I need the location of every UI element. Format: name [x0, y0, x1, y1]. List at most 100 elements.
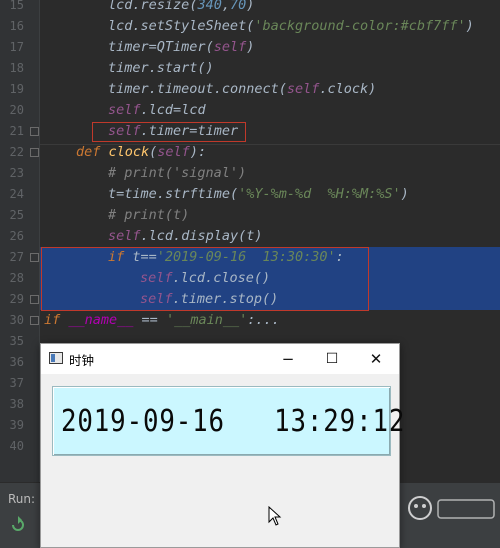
code-token: clock	[327, 81, 369, 97]
code-token: .	[148, 60, 157, 76]
code-line[interactable]: self.lcd=lcd	[108, 100, 206, 121]
code-token: (	[205, 39, 214, 55]
mouse-cursor-icon	[268, 506, 282, 526]
line-number: 22	[9, 145, 24, 159]
code-token: # print('signal')	[108, 165, 247, 181]
clock-window[interactable]: 时钟 − ☐ ✕ 2019-09-16 13:29:12	[40, 343, 404, 548]
code-token: .	[140, 228, 149, 244]
maximize-button[interactable]: ☐	[309, 344, 355, 374]
code-token: '__main__'	[165, 312, 248, 328]
code-token: lcd	[148, 228, 174, 244]
line-number: 16	[9, 19, 24, 33]
line-number: 30	[9, 313, 24, 327]
annotation-box-if-block	[41, 247, 369, 311]
annotation-box-timer	[92, 122, 246, 142]
fold-marker-icon[interactable]	[30, 253, 39, 262]
code-token: .	[156, 186, 165, 202]
line-number: 26	[9, 229, 24, 243]
fold-marker-icon[interactable]	[30, 148, 39, 157]
code-token: 70	[229, 0, 247, 13]
code-token: lcd	[108, 18, 133, 34]
fold-marker-icon[interactable]	[30, 295, 39, 304]
code-token: .	[132, 0, 141, 13]
code-line[interactable]: # print('signal')	[108, 163, 246, 184]
line-number: 23	[9, 166, 24, 180]
code-token: (	[278, 81, 287, 97]
line-number: 20	[9, 103, 24, 117]
code-line[interactable]: t=time.strftime('%Y-%m-%d %H:%M:%S')	[108, 184, 409, 205]
app-window-icon	[49, 352, 63, 364]
code-token: ==	[133, 312, 166, 328]
code-token: .	[319, 81, 328, 97]
code-token: .	[148, 81, 157, 97]
code-token: ,	[221, 0, 230, 13]
fold-marker-icon[interactable]	[30, 316, 39, 325]
code-token: timer	[108, 60, 149, 76]
code-token: .	[173, 228, 182, 244]
code-token: )	[465, 18, 474, 34]
code-token: QTimer	[156, 39, 206, 55]
line-number: 38	[9, 397, 24, 411]
code-token: lcd	[181, 102, 206, 118]
code-token: .	[132, 18, 141, 34]
code-line[interactable]: lcd.resize(340,70)	[108, 0, 254, 16]
code-token: timer	[108, 39, 149, 55]
code-token: (	[229, 186, 239, 202]
code-token: .	[213, 81, 222, 97]
code-token: 'background-color:#cbf7ff'	[254, 18, 466, 34]
code-token: )	[254, 228, 263, 244]
code-token: lcd	[108, 0, 133, 13]
line-number: 17	[9, 40, 24, 54]
code-token: t	[108, 186, 117, 202]
line-number: 36	[9, 355, 24, 369]
code-token: connect	[221, 81, 279, 97]
code-token: )	[246, 0, 255, 13]
code-token: ):	[189, 144, 207, 160]
code-line[interactable]: timer.start()	[108, 58, 214, 79]
code-token: '%Y-%m-%d %H:%M:%S'	[238, 186, 401, 202]
code-line[interactable]: timer=QTimer(self)	[108, 37, 254, 58]
code-line[interactable]: self.lcd.display(t)	[108, 226, 263, 247]
code-token: resize	[140, 0, 190, 13]
line-number: 40	[9, 439, 24, 453]
code-token: self	[213, 39, 247, 55]
line-number: 29	[9, 292, 24, 306]
window-title: 时钟	[69, 353, 95, 368]
code-token: def	[76, 144, 109, 160]
code-token: ()	[197, 60, 214, 76]
code-token: __name__	[68, 312, 134, 328]
code-token: =	[173, 102, 182, 118]
code-token: )	[246, 39, 255, 55]
line-number: 39	[9, 418, 24, 432]
code-line[interactable]: lcd.setStyleSheet('background-color:#cbf…	[108, 16, 474, 37]
line-number: 28	[9, 271, 24, 285]
line-number: 18	[9, 61, 24, 75]
code-token: 340	[197, 0, 222, 13]
code-token: self	[286, 81, 320, 97]
code-line[interactable]: if __name__ == '__main__':...	[44, 310, 280, 331]
code-token: timeout	[156, 81, 214, 97]
window-client-area: 2019-09-16 13:29:12	[41, 374, 404, 547]
line-number: 37	[9, 376, 24, 390]
minimize-button[interactable]: −	[265, 344, 311, 374]
window-titlebar[interactable]: 时钟 − ☐ ✕	[41, 344, 399, 374]
close-button[interactable]: ✕	[353, 344, 399, 374]
code-line[interactable]: # print(t)	[108, 205, 189, 226]
code-token: time	[124, 186, 157, 202]
watermark-logo-icon	[408, 496, 495, 520]
fold-marker-icon[interactable]	[30, 127, 39, 136]
code-token: clock	[108, 144, 150, 160]
code-line[interactable]: def clock(self):	[76, 142, 206, 163]
code-token: =	[148, 39, 157, 55]
line-number: 35	[9, 334, 24, 348]
line-number: 25	[9, 208, 24, 222]
rerun-icon[interactable]	[8, 515, 28, 535]
code-line[interactable]: timer.timeout.connect(self.clock)	[108, 79, 376, 100]
run-label: Run:	[8, 492, 36, 506]
lcd-number-display: 2019-09-16 13:29:12	[52, 386, 404, 456]
code-token: self	[157, 144, 190, 160]
code-token: # print(t)	[108, 207, 190, 223]
line-number: 27	[9, 250, 24, 264]
lcd-time-text: 2019-09-16 13:29:12	[61, 403, 406, 439]
code-token: :...	[247, 312, 280, 328]
